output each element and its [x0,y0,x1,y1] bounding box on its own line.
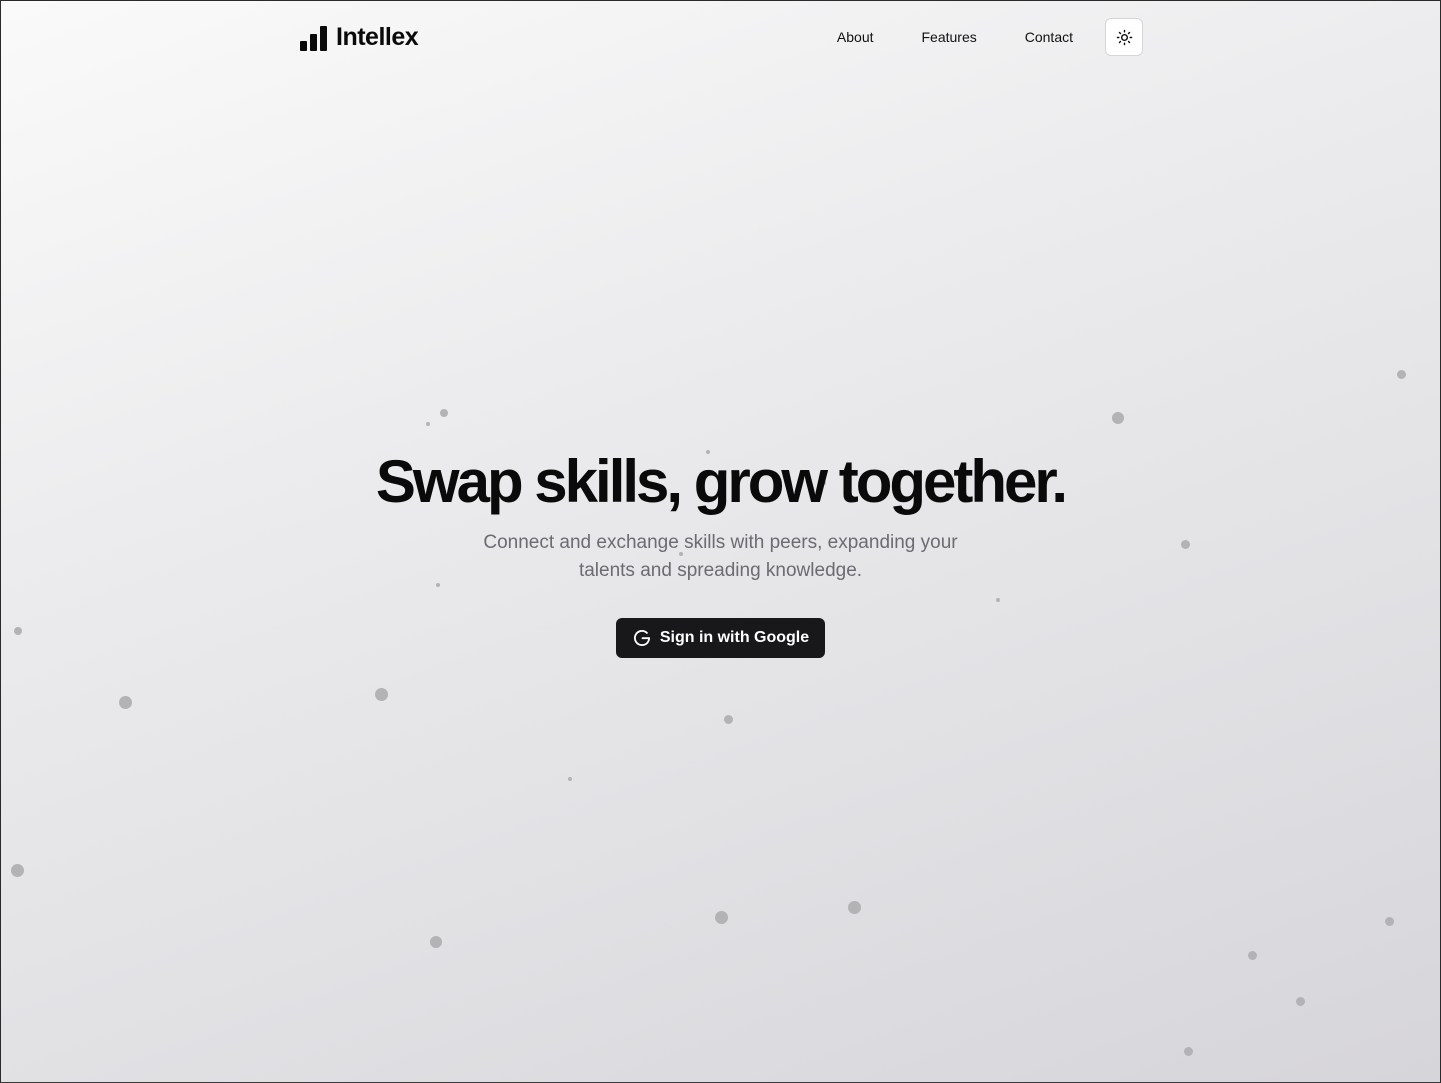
google-g-icon [633,630,650,647]
particle [119,696,132,709]
particle [1112,412,1124,424]
hero-subtitle: Connect and exchange skills with peers, … [483,532,958,581]
particle [1248,951,1257,960]
bar-chart-logo-icon [300,25,327,51]
particle [11,864,24,877]
particle [1184,1047,1193,1056]
particle [1397,370,1406,379]
particle [430,936,442,948]
particle [426,422,430,426]
brand-logo[interactable]: Intellex [300,17,419,57]
particle [440,409,448,417]
particle [568,777,572,781]
sun-icon [1116,29,1132,45]
hero-section: Swap skills, grow together. Connect and … [0,446,1441,658]
particle [1385,917,1394,926]
nav-link-contact[interactable]: Contact [1001,29,1105,45]
particle [724,715,733,724]
hero-title: Swap skills, grow together. [375,448,1068,515]
main-nav: About Features Contact [813,17,1143,57]
particle [375,688,388,701]
particle [848,901,861,914]
particle [1296,997,1305,1006]
sign-in-button-label: Sign in with Google [659,629,810,646]
nav-link-features[interactable]: Features [898,29,1001,45]
site-header: Intellex About Features Contact [300,17,1143,57]
brand-name: Intellex [336,22,419,51]
sign-in-with-google-button[interactable]: Sign in with Google [615,618,826,658]
nav-link-about[interactable]: About [813,29,898,45]
theme-toggle-button[interactable] [1105,18,1143,56]
particle [715,911,728,924]
